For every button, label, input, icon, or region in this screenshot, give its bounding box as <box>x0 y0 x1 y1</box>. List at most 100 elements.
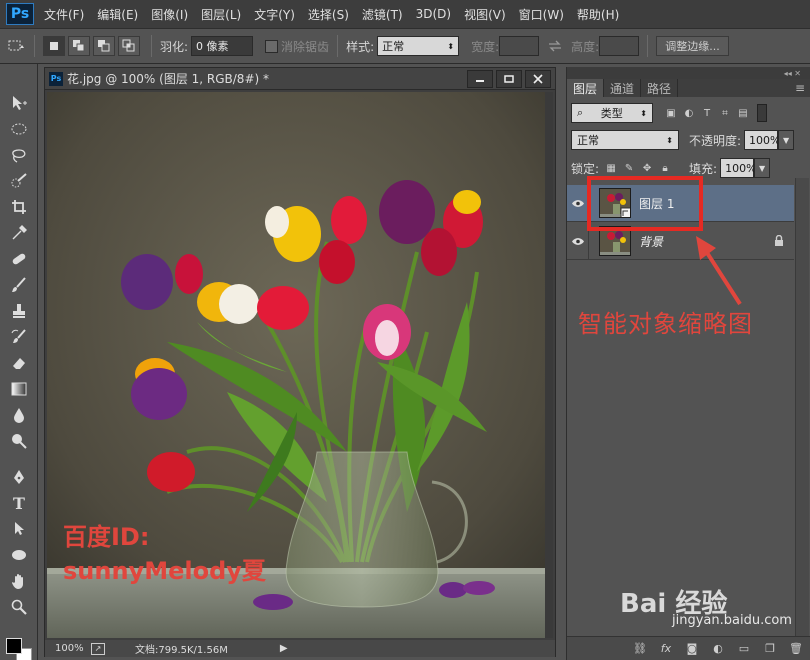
divider <box>337 35 339 57</box>
add-mask-icon[interactable]: ◙ <box>683 641 701 657</box>
lock-image-icon[interactable]: ✎ <box>623 162 635 174</box>
visibility-eye-icon[interactable] <box>567 184 589 222</box>
collapse-icon[interactable]: ◂◂ ✕ <box>784 69 801 78</box>
menu-select[interactable]: 选择(S) <box>308 6 349 23</box>
layers-scrollbar[interactable] <box>795 178 809 636</box>
brush-icon[interactable] <box>8 274 30 296</box>
add-selection-button[interactable] <box>68 36 90 56</box>
menu-view[interactable]: 视图(V) <box>464 6 506 23</box>
path-select-icon[interactable] <box>8 518 30 540</box>
filter-shape-icon[interactable]: ⌗ <box>719 107 731 119</box>
height-input[interactable] <box>599 36 640 56</box>
width-label: 宽度: <box>471 39 500 54</box>
type-tool-icon[interactable]: T <box>8 492 30 514</box>
menu-window[interactable]: 窗口(W) <box>519 6 564 23</box>
fill-dropdown-icon[interactable]: ▼ <box>754 158 771 178</box>
clone-stamp-icon[interactable] <box>8 300 30 322</box>
tab-paths[interactable]: 路径 <box>641 79 679 97</box>
lock-icon <box>774 234 784 250</box>
eyedropper-icon[interactable] <box>8 222 30 244</box>
blend-row: 正常 ⬍ 不透明度: 100% ▼ <box>571 130 795 150</box>
crop-icon[interactable] <box>8 196 30 218</box>
menu-layer[interactable]: 图层(L) <box>201 6 241 23</box>
canvas-image[interactable]: 百度ID: sunnyMelody夏 <box>47 92 545 638</box>
menu-edit[interactable]: 编辑(E) <box>97 6 138 23</box>
visibility-eye-icon[interactable] <box>567 222 589 260</box>
menu-image[interactable]: 图像(I) <box>151 6 188 23</box>
ellipse-shape-icon[interactable] <box>8 544 30 566</box>
photoshop-logo: Ps <box>6 3 34 25</box>
opacity-input[interactable]: 100% <box>744 130 781 150</box>
refine-edge-button[interactable]: 调整边缘... <box>656 36 729 56</box>
menu-3d[interactable]: 3D(D) <box>416 7 451 21</box>
fill-input[interactable]: 100% <box>720 158 757 178</box>
panel-collapse-bar[interactable]: ◂◂ ✕ <box>567 67 810 79</box>
new-layer-icon[interactable]: ❐ <box>761 641 779 657</box>
move-tool-icon[interactable] <box>8 92 30 114</box>
link-layers-icon[interactable]: ⛓ <box>631 641 649 657</box>
feather-input[interactable]: 0 像素 <box>191 36 254 56</box>
maximize-button[interactable] <box>496 70 522 88</box>
layer-name[interactable]: 背景 <box>639 233 663 250</box>
lock-position-icon[interactable]: ✥ <box>641 162 653 174</box>
layer-style-icon[interactable]: fx <box>657 641 675 657</box>
document-title-bar[interactable]: Ps 花.jpg @ 100% (图层 1, RGB/8#) * <box>45 68 555 90</box>
fill-label: 填充: <box>689 161 718 176</box>
options-bar: 羽化: 0 像素 消除锯齿 样式: 正常 ⬍ 宽度: 高度: 调整边缘... <box>0 28 810 64</box>
width-input[interactable] <box>499 36 540 56</box>
vertical-scrollbar[interactable] <box>545 92 553 638</box>
filter-kind-select[interactable]: ⌕ 类型 ⬍ <box>571 103 653 123</box>
antialias-checkbox[interactable] <box>265 39 279 53</box>
filter-adjustment-icon[interactable]: ◐ <box>683 107 695 119</box>
new-group-icon[interactable]: ▭ <box>735 641 753 657</box>
status-menu-arrow-icon[interactable]: ▶ <box>280 643 288 654</box>
zoom-level[interactable]: 100% <box>45 643 91 654</box>
zoom-icon[interactable] <box>8 596 30 618</box>
lock-all-icon[interactable]: 🔒︎ <box>659 162 671 174</box>
filter-smart-object-icon[interactable]: ▤ <box>737 107 749 119</box>
blur-icon[interactable] <box>8 404 30 426</box>
baidu-id-overlay: 百度ID: sunnyMelody夏 <box>63 520 266 588</box>
delete-layer-icon[interactable]: 🗑︎ <box>787 641 805 657</box>
opacity-dropdown-icon[interactable]: ▼ <box>778 130 795 150</box>
rect-marquee-preset-icon[interactable] <box>6 37 26 55</box>
foreground-color-swatch[interactable] <box>6 638 22 654</box>
filter-toggle[interactable] <box>757 104 767 122</box>
eraser-icon[interactable] <box>8 352 30 374</box>
new-selection-button[interactable] <box>43 36 65 56</box>
hand-icon[interactable] <box>8 570 30 592</box>
intersect-selection-button[interactable] <box>118 36 140 56</box>
menu-help[interactable]: 帮助(H) <box>577 6 619 23</box>
export-icon[interactable]: ↗ <box>91 642 105 655</box>
dodge-icon[interactable] <box>8 430 30 452</box>
panel-menu-icon[interactable]: ≡ <box>789 79 810 97</box>
filter-type-icon[interactable]: T <box>701 107 713 119</box>
minimize-button[interactable] <box>467 70 493 88</box>
filter-pixel-icon[interactable]: ▣ <box>665 107 677 119</box>
menu-type[interactable]: 文字(Y) <box>254 6 295 23</box>
healing-brush-icon[interactable] <box>8 248 30 270</box>
lock-transparent-icon[interactable]: ▦ <box>605 162 617 174</box>
opacity-label: 不透明度: <box>689 133 742 148</box>
history-brush-icon[interactable] <box>8 326 30 348</box>
divider <box>34 35 35 57</box>
menu-file[interactable]: 文件(F) <box>44 6 84 23</box>
gradient-icon[interactable] <box>8 378 30 400</box>
style-select[interactable]: 正常 ⬍ <box>377 36 460 56</box>
tab-layers[interactable]: 图层 <box>567 79 605 97</box>
tab-channels[interactable]: 通道 <box>604 79 642 97</box>
close-button[interactable] <box>525 70 551 88</box>
pen-icon[interactable] <box>8 466 30 488</box>
menu-filter[interactable]: 滤镜(T) <box>362 6 403 23</box>
lasso-icon[interactable] <box>8 144 30 166</box>
callout-label: 智能对象缩略图 <box>578 310 753 338</box>
ps-document-icon: Ps <box>49 71 63 86</box>
subtract-selection-button[interactable] <box>93 36 115 56</box>
blend-mode-select[interactable]: 正常 ⬍ <box>571 130 679 150</box>
quick-select-icon[interactable] <box>8 170 30 192</box>
elliptical-marquee-icon[interactable] <box>8 118 30 140</box>
highlight-box <box>587 176 703 231</box>
swap-dimensions-icon[interactable] <box>545 37 565 55</box>
updown-icon: ⬍ <box>640 108 647 118</box>
adjustment-layer-icon[interactable]: ◐ <box>709 641 727 657</box>
